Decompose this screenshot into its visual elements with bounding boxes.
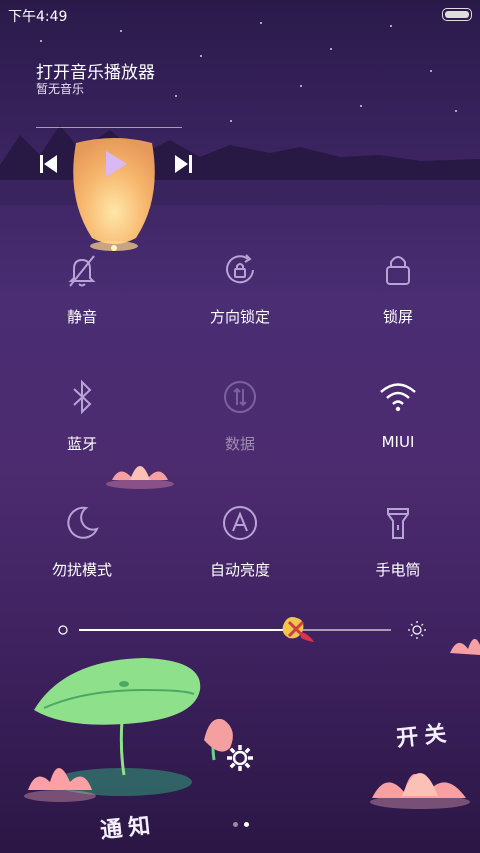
toggle-label: MIUI (381, 433, 415, 451)
battery-icon (442, 8, 472, 21)
music-progress (36, 127, 182, 128)
flashlight-icon (387, 508, 409, 539)
wifi-icon (380, 383, 416, 412)
data-icon (224, 381, 256, 413)
toggle-label: 方向锁定 (209, 308, 270, 326)
status-bar: 下午4:49 (0, 0, 480, 28)
toggle-label: 锁屏 (382, 308, 413, 326)
brightness-fill (79, 629, 298, 631)
lotus-flower-illustration (106, 466, 174, 489)
toggle-wifi[interactable]: MIUI (328, 377, 468, 477)
moon-icon (67, 506, 99, 539)
lily-pad-illustration (24, 658, 233, 802)
toggle-label: 勿扰模式 (51, 561, 112, 579)
next-track-button[interactable] (174, 154, 192, 174)
toggle-mute[interactable]: 静音 (12, 250, 152, 350)
brightness-thumb[interactable] (279, 612, 315, 646)
toggle-do-not-disturb[interactable]: 勿扰模式 (12, 503, 152, 603)
page-dot-active (244, 822, 249, 827)
toggle-auto-brightness[interactable]: 自动亮度 (170, 503, 310, 603)
brightness-low-icon (58, 625, 68, 635)
toggle-data[interactable]: 数据 (170, 377, 310, 477)
page-dot (233, 822, 238, 827)
toggle-rotation-lock[interactable]: 方向锁定 (170, 250, 310, 350)
bluetooth-icon (73, 379, 92, 415)
music-subtitle: 暂无音乐 (36, 82, 85, 96)
toggle-lock-screen[interactable]: 锁屏 (328, 250, 468, 350)
notification-tab-text[interactable]: 通知 (98, 807, 157, 845)
status-time: 下午4:49 (8, 9, 68, 25)
toggle-label: 手电筒 (375, 561, 421, 579)
lotus-flower-illustration (450, 638, 480, 655)
brightness-slider[interactable] (58, 617, 428, 648)
page-indicator (230, 812, 252, 831)
toggle-label: 数据 (224, 435, 255, 453)
bell-off-icon (68, 255, 96, 287)
auto-brightness-icon (223, 506, 257, 540)
toggles-tab-text[interactable]: 开关 (394, 715, 453, 753)
gear-icon[interactable] (225, 743, 255, 773)
play-button[interactable] (104, 150, 128, 178)
lotus-flower-illustration (370, 773, 470, 809)
toggle-flashlight[interactable]: 手电筒 (328, 503, 468, 603)
rotation-lock-icon (226, 254, 254, 284)
lock-icon (386, 256, 410, 285)
toggle-label: 静音 (66, 308, 97, 326)
brightness-high-icon (408, 621, 426, 639)
previous-track-button[interactable] (40, 154, 58, 174)
toggle-label: 自动亮度 (209, 561, 270, 579)
